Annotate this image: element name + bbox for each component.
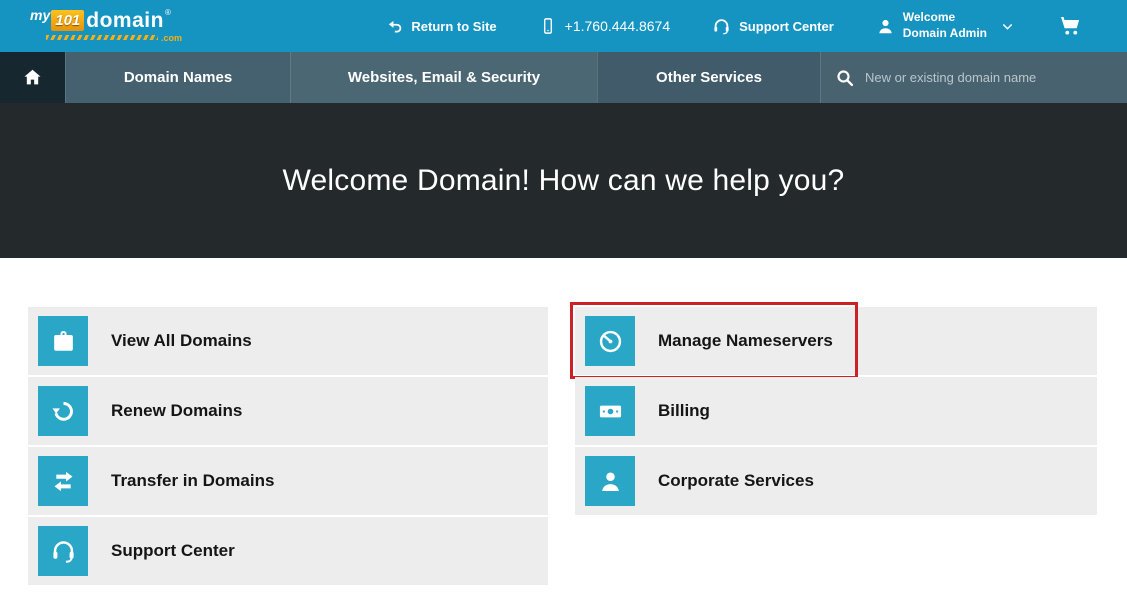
tile-label: Corporate Services: [658, 471, 814, 491]
tab-label: Domain Names: [124, 69, 232, 86]
tile-label: View All Domains: [111, 331, 252, 351]
dashboard-shortcuts: View All Domains Renew Domains Transfer …: [0, 258, 1127, 600]
gauge-icon: [585, 316, 635, 366]
page-title: Welcome Domain! How can we help you?: [283, 164, 845, 198]
account-username: Domain Admin: [903, 26, 987, 42]
domain-search: [820, 52, 1127, 103]
account-text: Welcome Domain Admin: [903, 10, 987, 41]
tile-transfer-in-domains[interactable]: Transfer in Domains: [28, 447, 548, 515]
tile-support-center[interactable]: Support Center: [28, 517, 548, 585]
tile-manage-nameservers[interactable]: Manage Nameservers: [575, 307, 1097, 375]
home-tab[interactable]: [0, 52, 65, 103]
tile-billing[interactable]: Billing: [575, 377, 1097, 445]
tile-label: Billing: [658, 401, 710, 421]
tile-label: Renew Domains: [111, 401, 242, 421]
home-icon: [22, 67, 43, 88]
headset-icon: [38, 526, 88, 576]
logo-underline: .com: [46, 33, 182, 43]
shortcut-column-right: Manage Nameservers Billing Corporate Ser…: [575, 307, 1097, 517]
account-greeting: Welcome: [903, 10, 987, 26]
main-nav: Domain Names Websites, Email & Security …: [0, 52, 1127, 103]
cart-button[interactable]: [1057, 14, 1083, 38]
tile-label: Manage Nameservers: [658, 331, 833, 351]
hero-banner: Welcome Domain! How can we help you?: [0, 103, 1127, 258]
topbar: my 101 domain ® .com Return to Site +1.7…: [0, 0, 1127, 52]
phone-number: +1.760.444.8674: [565, 18, 671, 34]
logo[interactable]: my 101 domain ® .com: [0, 0, 182, 52]
tab-domain-names[interactable]: Domain Names: [65, 52, 290, 103]
renew-icon: [38, 386, 88, 436]
user-icon: [876, 17, 895, 36]
support-center-link[interactable]: Support Center: [712, 17, 834, 36]
headset-icon: [712, 17, 731, 36]
logo-stripes: [46, 35, 158, 40]
logo-wordmark: my 101 domain ®: [30, 10, 182, 31]
transfer-arrows-icon: [38, 456, 88, 506]
account-menu[interactable]: Welcome Domain Admin: [876, 10, 1015, 41]
tile-label: Support Center: [111, 541, 235, 561]
mobile-phone-icon: [539, 17, 557, 35]
tab-other-services[interactable]: Other Services: [597, 52, 820, 103]
tile-label: Transfer in Domains: [111, 471, 274, 491]
logo-name: domain: [86, 10, 164, 31]
logo-prefix: my: [30, 8, 50, 22]
return-to-site-label: Return to Site: [411, 19, 496, 34]
search-icon[interactable]: [835, 68, 855, 88]
briefcase-icon: [38, 316, 88, 366]
logo-tld: .com: [161, 33, 182, 43]
return-icon: [386, 18, 403, 35]
tab-label: Other Services: [656, 69, 762, 86]
tab-websites-email-security[interactable]: Websites, Email & Security: [290, 52, 597, 103]
registered-mark: ®: [165, 9, 171, 17]
cart-icon: [1057, 14, 1083, 38]
phone-link[interactable]: +1.760.444.8674: [539, 17, 671, 35]
logo-number: 101: [51, 10, 84, 31]
tile-renew-domains[interactable]: Renew Domains: [28, 377, 548, 445]
chevron-down-icon: [1000, 19, 1015, 34]
tab-label: Websites, Email & Security: [348, 69, 540, 86]
support-center-label: Support Center: [739, 19, 834, 34]
tile-corporate-services[interactable]: Corporate Services: [575, 447, 1097, 515]
return-to-site-link[interactable]: Return to Site: [386, 18, 496, 35]
topbar-actions: Return to Site +1.760.444.8674 Support C…: [386, 10, 1127, 41]
tile-view-all-domains[interactable]: View All Domains: [28, 307, 548, 375]
domain-search-input[interactable]: [865, 70, 1113, 85]
person-icon: [585, 456, 635, 506]
banknote-icon: [585, 386, 635, 436]
shortcut-column-left: View All Domains Renew Domains Transfer …: [28, 307, 548, 587]
